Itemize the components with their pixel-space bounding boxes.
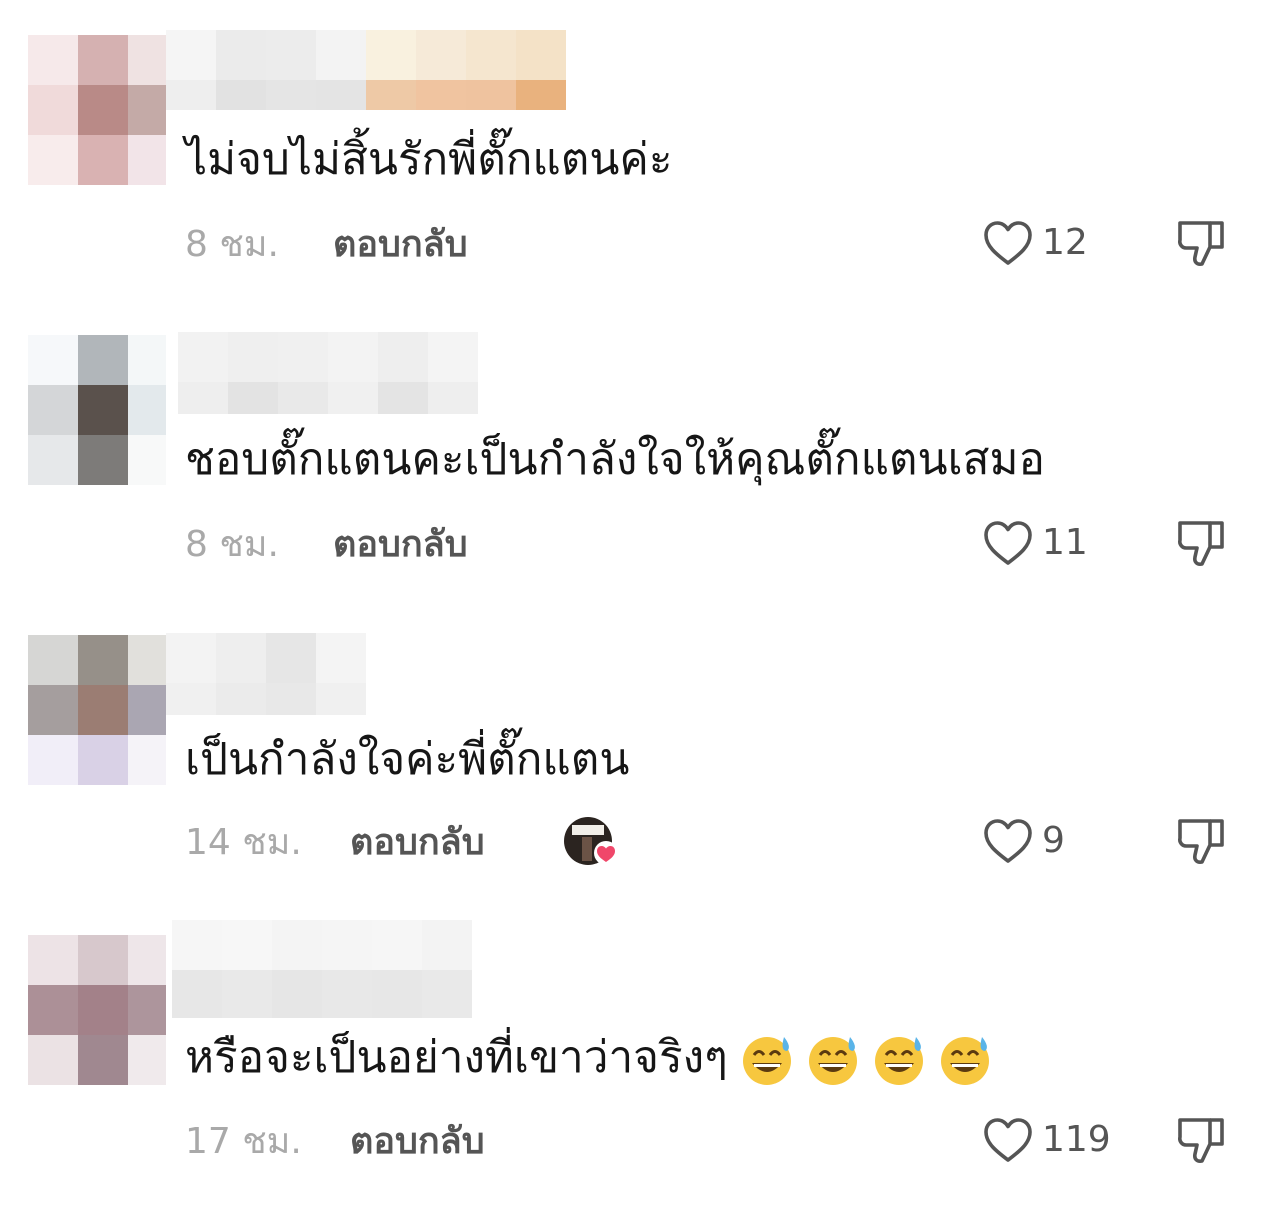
reply-button[interactable]: ตอบกลับ	[333, 520, 468, 570]
comment-meta: 8 ชม.	[185, 520, 279, 570]
like-count: 12	[1042, 222, 1088, 263]
username-blurred[interactable]	[166, 633, 366, 715]
heart-outline-icon	[984, 819, 1032, 863]
like-count: 11	[1042, 522, 1088, 563]
grinning-face-with-sweat-icon	[808, 1037, 857, 1085]
avatar[interactable]	[28, 935, 166, 1085]
comment-text: ชอบตั๊กแตนคะเป็นกำลังใจให้คุณตั๊กแตนเสมอ	[185, 434, 1045, 485]
reply-button[interactable]: ตอบกลับ	[350, 1117, 485, 1167]
comment-text-content: หรือจะเป็นอย่างที่เขาว่าจริงๆ	[185, 1032, 728, 1083]
avatar[interactable]	[28, 335, 166, 485]
like-button[interactable]: 119	[982, 1115, 1111, 1165]
like-count: 9	[1042, 820, 1065, 861]
heart-outline-icon	[984, 521, 1032, 565]
avatar[interactable]	[28, 35, 166, 185]
thumbs-down-icon[interactable]	[1174, 1114, 1228, 1168]
thumbs-down-icon[interactable]	[1174, 517, 1228, 571]
comment-text: เป็นกำลังใจค่ะพี่ตั๊กแตน	[185, 734, 630, 785]
comment-meta: 8 ชม.	[185, 220, 279, 270]
grinning-face-with-sweat-icon	[940, 1037, 989, 1085]
heart-outline-icon	[984, 221, 1032, 265]
comment-time: 8 ชม.	[185, 224, 279, 265]
grinning-face-with-sweat-icon	[742, 1037, 791, 1085]
avatar[interactable]	[28, 635, 166, 785]
thumbs-down-icon[interactable]	[1174, 217, 1228, 271]
username-blurred[interactable]	[172, 920, 472, 1018]
comment-time: 8 ชม.	[185, 524, 279, 565]
comment-item: เป็นกำลังใจค่ะพี่ตั๊กแตน 14 ชม. ตอบกลับ …	[0, 600, 1280, 900]
comment-item: ชอบตั๊กแตนคะเป็นกำลังใจให้คุณตั๊กแตนเสมอ…	[0, 300, 1280, 600]
username-blurred[interactable]	[166, 30, 566, 110]
comment-item: หรือจะเป็นอย่างที่เขาว่าจริงๆ 17 ชม. ตอบ…	[0, 900, 1280, 1200]
reply-button[interactable]: ตอบกลับ	[350, 818, 485, 868]
comment-text: ไม่จบไม่สิ้นรักพี่ตั๊กแตนค่ะ	[185, 134, 673, 185]
comment-time: 14 ชม.	[185, 822, 302, 863]
like-button[interactable]: 11	[982, 518, 1088, 568]
creator-liked-heart-icon	[564, 817, 618, 865]
comment-text: หรือจะเป็นอย่างที่เขาว่าจริงๆ	[185, 1028, 992, 1088]
thumbs-down-icon[interactable]	[1174, 815, 1228, 869]
like-button[interactable]: 12	[982, 218, 1088, 268]
comment-meta: 17 ชม.	[185, 1117, 302, 1167]
username-blurred[interactable]	[178, 332, 478, 414]
comment-time: 17 ชม.	[185, 1121, 302, 1162]
comment-item: ไม่จบไม่สิ้นรักพี่ตั๊กแตนค่ะ 8 ชม. ตอบกล…	[0, 0, 1280, 300]
like-button[interactable]: 9	[982, 816, 1065, 866]
heart-outline-icon	[984, 1118, 1032, 1162]
grinning-face-with-sweat-icon	[874, 1037, 923, 1085]
comment-meta: 14 ชม.	[185, 818, 302, 868]
like-count: 119	[1042, 1119, 1111, 1160]
reply-button[interactable]: ตอบกลับ	[333, 220, 468, 270]
